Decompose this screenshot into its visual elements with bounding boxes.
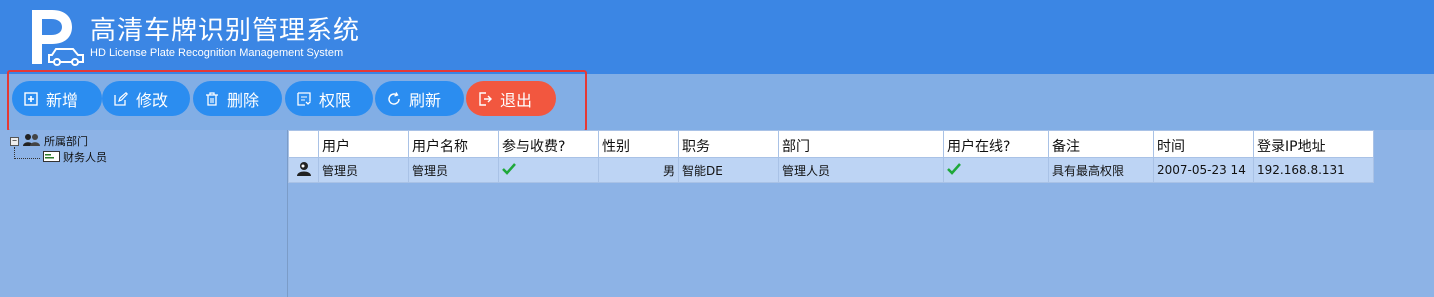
user-avatar-icon [296, 161, 311, 176]
edit-button-label: 修改 [136, 90, 169, 110]
table-row[interactable]: 管理员 管理员 男 智能DE 管理人员 具有最高权限 2007-05-23 14… [288, 157, 1374, 183]
column-header[interactable]: 备注 [1048, 130, 1154, 158]
cell-remark[interactable]: 具有最高权限 [1048, 157, 1154, 183]
column-header[interactable]: 用户名称 [408, 130, 499, 158]
add-button[interactable]: 新增 [12, 81, 102, 116]
column-header[interactable]: 职务 [678, 130, 779, 158]
table-header-row: 用户 用户名称 参与收费? 性别 职务 部门 用户在线? 备注 时间 登录IP地… [288, 130, 1374, 158]
refresh-icon [387, 91, 401, 106]
permissions-button-label: 权限 [319, 90, 352, 110]
checkmark-icon [502, 162, 516, 175]
tree-collapse-toggle[interactable]: − [10, 137, 19, 146]
cell-time[interactable]: 2007-05-23 14 [1153, 157, 1254, 183]
tree-node-root[interactable]: 所属部门 [44, 133, 88, 149]
row-selector[interactable] [288, 157, 319, 183]
edit-icon [114, 91, 128, 106]
row-header-corner [288, 130, 319, 158]
trash-icon [205, 91, 219, 106]
app-title: 高清车牌识别管理系统 [90, 16, 361, 46]
plus-icon [24, 91, 38, 106]
exit-button-label: 退出 [500, 90, 533, 110]
permission-icon [297, 91, 311, 106]
cell-department[interactable]: 管理人员 [778, 157, 944, 183]
column-header[interactable]: 部门 [778, 130, 944, 158]
exit-button[interactable]: 退出 [466, 81, 556, 116]
app-subtitle: HD License Plate Recognition Management … [90, 47, 344, 59]
cell-gender[interactable]: 男 [598, 157, 679, 183]
column-header[interactable]: 用户 [318, 130, 409, 158]
column-header[interactable]: 参与收费? [498, 130, 599, 158]
checkmark-icon [947, 162, 961, 175]
id-card-icon [43, 151, 60, 162]
refresh-button-label: 刷新 [409, 90, 442, 110]
cell-position[interactable]: 智能DE [678, 157, 779, 183]
cell-online[interactable] [943, 157, 1049, 183]
cell-charge[interactable] [498, 157, 599, 183]
tree-connector [14, 158, 40, 159]
logout-icon [478, 91, 492, 106]
cell-user[interactable]: 管理员 [318, 157, 409, 183]
edit-button[interactable]: 修改 [102, 81, 190, 116]
permissions-button[interactable]: 权限 [285, 81, 373, 116]
add-button-label: 新增 [46, 90, 79, 110]
cell-username[interactable]: 管理员 [408, 157, 499, 183]
column-header[interactable]: 性别 [598, 130, 679, 158]
column-header[interactable]: 用户在线? [943, 130, 1049, 158]
cell-ip[interactable]: 192.168.8.131 [1253, 157, 1374, 183]
app-header: 高清车牌识别管理系统 HD License Plate Recognition … [0, 0, 1434, 74]
column-header[interactable]: 登录IP地址 [1253, 130, 1374, 158]
delete-button[interactable]: 删除 [193, 81, 282, 116]
parking-logo-icon [32, 10, 84, 66]
column-header[interactable]: 时间 [1153, 130, 1254, 158]
refresh-button[interactable]: 刷新 [375, 81, 464, 116]
delete-button-label: 删除 [227, 90, 260, 110]
people-icon [23, 134, 40, 146]
tree-node-finance[interactable]: 财务人员 [63, 149, 107, 165]
user-table: 用户 用户名称 参与收费? 性别 职务 部门 用户在线? 备注 时间 登录IP地… [288, 130, 1434, 297]
